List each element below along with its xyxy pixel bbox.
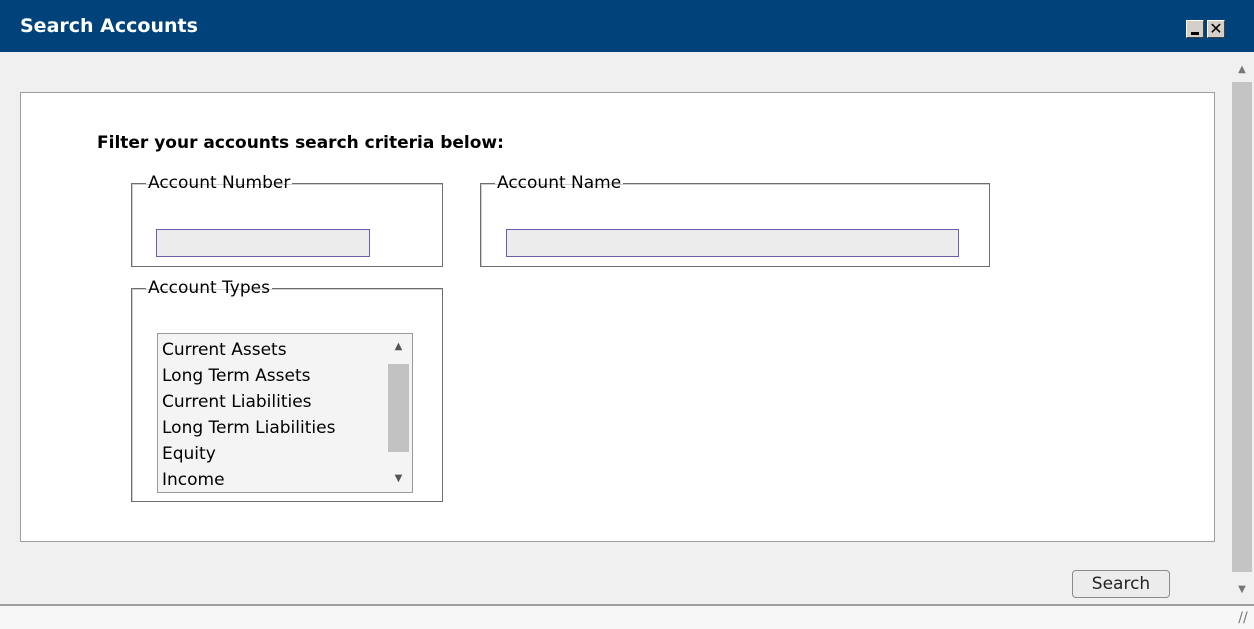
list-item[interactable]: Income — [162, 467, 335, 493]
close-button[interactable]: ✕ — [1207, 20, 1225, 38]
list-item[interactable]: Equity — [162, 441, 335, 467]
search-button[interactable]: Search — [1072, 570, 1170, 598]
filter-panel: Filter your accounts search criteria bel… — [20, 92, 1215, 542]
window-title: Search Accounts — [20, 15, 198, 37]
account-name-group: Account Name — [480, 173, 990, 267]
dialog-scroll-thumb[interactable] — [1232, 82, 1252, 572]
scroll-down-icon[interactable]: ▼ — [1230, 576, 1254, 604]
filter-heading: Filter your accounts search criteria bel… — [97, 133, 504, 153]
dialog-content: Filter your accounts search criteria bel… — [0, 52, 1230, 604]
list-item[interactable]: Long Term Assets — [162, 363, 335, 389]
minimize-button[interactable] — [1186, 20, 1204, 38]
account-number-input[interactable] — [156, 229, 370, 257]
scroll-up-icon[interactable]: ▲ — [388, 337, 409, 357]
account-name-input[interactable] — [506, 229, 959, 257]
scroll-down-icon[interactable]: ▼ — [388, 469, 409, 489]
dialog-scrollbar[interactable]: ▲ ▼ — [1230, 52, 1254, 604]
account-number-legend: Account Number — [148, 173, 291, 193]
account-types-legend: Account Types — [148, 278, 270, 298]
status-bar: // — [0, 604, 1254, 629]
window-titlebar: Search Accounts ✕ — [0, 0, 1254, 52]
scroll-up-icon[interactable]: ▲ — [1230, 56, 1254, 84]
list-item[interactable]: Current Liabilities — [162, 389, 335, 415]
account-name-legend: Account Name — [497, 173, 622, 193]
listbox-scrollbar[interactable]: ▲ ▼ — [388, 337, 409, 489]
list-item[interactable]: Current Assets — [162, 337, 335, 363]
account-number-group: Account Number — [131, 173, 443, 267]
account-types-group: Account Types Current Assets Long Term A… — [131, 278, 443, 502]
account-types-options: Current Assets Long Term Assets Current … — [162, 337, 335, 493]
resize-grip-icon[interactable]: // — [1234, 609, 1252, 627]
list-item[interactable]: Long Term Liabilities — [162, 415, 335, 441]
listbox-scroll-thumb[interactable] — [388, 364, 409, 452]
account-types-listbox[interactable]: Current Assets Long Term Assets Current … — [157, 333, 413, 493]
